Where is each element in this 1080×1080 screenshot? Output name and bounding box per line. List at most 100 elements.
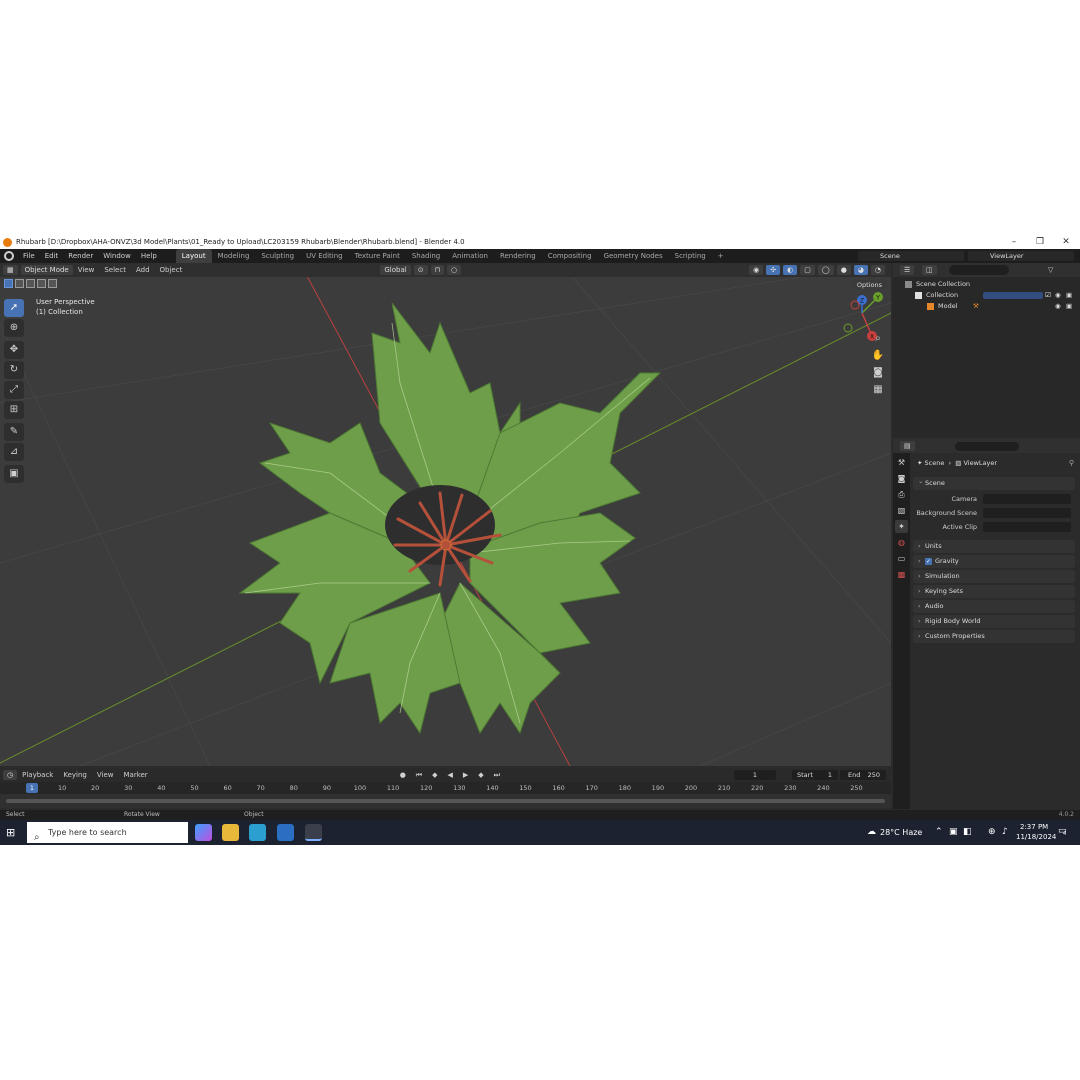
record-icon[interactable]: ● xyxy=(395,768,411,782)
select-invert-icon[interactable] xyxy=(37,278,46,288)
ortho-grid-icon[interactable]: ▦ xyxy=(870,382,886,397)
menu-window[interactable]: Window xyxy=(98,249,136,263)
tab-layout[interactable]: Layout xyxy=(175,249,212,263)
pivot-icon[interactable]: ⊙ xyxy=(413,265,428,275)
editor-type-icon[interactable]: ▦ xyxy=(3,265,18,275)
menu-edit[interactable]: Edit xyxy=(40,249,64,263)
tab-modeling[interactable]: Modeling xyxy=(212,249,256,263)
transform-orientation-selector[interactable]: Global xyxy=(380,265,411,275)
select-box-icon[interactable]: ➚ xyxy=(4,299,24,317)
volume-icon[interactable]: ♪ xyxy=(1002,827,1008,837)
outliner-editor-icon[interactable]: ☰ xyxy=(900,265,915,275)
active-clip-field[interactable] xyxy=(983,522,1071,532)
tab-geometry-nodes[interactable]: Geometry Nodes xyxy=(598,249,669,263)
visibility-icon[interactable]: ◉ xyxy=(749,265,764,275)
tool-tab-icon[interactable]: ⚒ xyxy=(895,456,908,469)
tray-app-icon[interactable]: ▣ xyxy=(949,827,958,837)
tray-app2-icon[interactable]: ◧ xyxy=(963,827,972,837)
mode-selector[interactable]: Object Mode xyxy=(20,265,73,275)
menu-object[interactable]: Object xyxy=(155,263,188,277)
select-subtract-icon[interactable] xyxy=(26,278,35,288)
options-button[interactable]: Options xyxy=(851,280,887,290)
pin-icon[interactable]: ⚲ xyxy=(1069,459,1074,467)
pan-hand-icon[interactable]: ✋ xyxy=(870,348,886,363)
tab-animation[interactable]: Animation xyxy=(446,249,494,263)
shading-rendered-icon[interactable]: ◔ xyxy=(870,265,886,275)
shading-wireframe-icon[interactable]: ◯ xyxy=(817,265,834,275)
gizmo-neg-y-handle[interactable] xyxy=(843,323,853,333)
play-icon[interactable]: ▶ xyxy=(458,768,473,782)
shading-material-icon[interactable]: ◕ xyxy=(853,265,868,275)
snap-icon[interactable]: ⊓ xyxy=(430,265,445,275)
timeline-scrollbar[interactable] xyxy=(6,799,885,803)
outliner-search-input[interactable] xyxy=(949,265,1009,275)
menu-help[interactable]: Help xyxy=(136,249,162,263)
3d-viewport[interactable]: Y X Z ▦ Object Mode View Select Add Obje… xyxy=(0,263,891,766)
collection-camera-icon[interactable]: ▣ xyxy=(1066,290,1072,301)
tab-shading[interactable]: Shading xyxy=(406,249,446,263)
maximize-button[interactable]: ❐ xyxy=(1028,235,1052,249)
output-tab-icon[interactable]: ⎙ xyxy=(895,488,908,501)
collection-checkbox-icon[interactable]: ☑ xyxy=(1045,290,1051,301)
weather-text[interactable]: 28°C Haze xyxy=(880,828,922,837)
properties-editor[interactable]: ▤ ⚒ ◙ ⎙ ▧ ✦ ◍ ▭ ▩ ✦ Scene › ▧ ViewLayer … xyxy=(893,439,1080,809)
menu-add[interactable]: Add xyxy=(131,263,155,277)
camera-view-icon[interactable]: ◙ xyxy=(870,365,886,380)
app-3-icon[interactable] xyxy=(249,824,266,841)
menu-timeline-view[interactable]: View xyxy=(92,768,119,782)
xray-icon[interactable]: ▢ xyxy=(800,265,815,275)
copilot-app-icon[interactable] xyxy=(195,824,212,841)
prev-keyframe-icon[interactable]: ◆ xyxy=(427,768,442,782)
simulation-panel[interactable]: Simulation xyxy=(913,570,1075,583)
menu-marker[interactable]: Marker xyxy=(118,768,152,782)
menu-file[interactable]: File xyxy=(18,249,40,263)
background-scene-field[interactable] xyxy=(983,508,1071,518)
windows-start-icon[interactable]: ⊞ xyxy=(6,826,19,839)
proportional-edit-icon[interactable]: ○ xyxy=(447,265,462,275)
rotate-icon[interactable]: ↻ xyxy=(4,361,24,379)
scale-icon[interactable]: ⤢ xyxy=(4,381,24,399)
blender-taskbar-icon[interactable] xyxy=(305,824,322,841)
jump-start-icon[interactable]: ⏮ xyxy=(411,768,427,782)
outliner[interactable]: ☰ ◫ ▽ Scene Collection Collection ☑ ◉ ▣ … xyxy=(893,263,1080,437)
properties-editor-icon[interactable]: ▤ xyxy=(900,441,915,451)
add-workspace-button[interactable]: + xyxy=(712,249,730,263)
shading-solid-icon[interactable]: ● xyxy=(836,265,851,275)
tab-rendering[interactable]: Rendering xyxy=(494,249,542,263)
jump-end-icon[interactable]: ⏭ xyxy=(489,768,505,782)
clock-date[interactable]: 11/18/2024 xyxy=(1016,833,1056,841)
camera-field[interactable] xyxy=(983,494,1071,504)
outliner-collection-row[interactable]: Collection ☑ ◉ ▣ xyxy=(893,290,1080,301)
close-button[interactable]: ✕ xyxy=(1054,235,1078,249)
tab-texture-paint[interactable]: Texture Paint xyxy=(349,249,406,263)
render-tab-icon[interactable]: ◙ xyxy=(895,472,908,485)
properties-search-input[interactable] xyxy=(955,442,1019,451)
tray-chevron-icon[interactable]: ⌃ xyxy=(935,827,943,837)
scene-tab-icon[interactable]: ✦ xyxy=(895,520,908,533)
gravity-panel[interactable]: ✓Gravity xyxy=(913,555,1075,568)
menu-view[interactable]: View xyxy=(73,263,100,277)
scene-panel-header[interactable]: Scene xyxy=(913,475,1075,490)
measure-icon[interactable]: ⊿ xyxy=(4,443,24,461)
clock-time[interactable]: 2:37 PM xyxy=(1020,823,1048,831)
playhead[interactable]: 1 xyxy=(26,783,38,793)
rigid-body-world-panel[interactable]: Rigid Body World xyxy=(913,615,1075,628)
timeline-editor[interactable]: ◷ Playback Keying View Marker ● ⏮ ◆ ◀ ▶ … xyxy=(0,768,891,808)
menu-select[interactable]: Select xyxy=(99,263,131,277)
outliner-scene-collection[interactable]: Scene Collection xyxy=(893,279,1080,290)
start-frame-field[interactable]: Start 1 xyxy=(792,770,838,780)
minimize-button[interactable]: – xyxy=(1002,235,1026,249)
blender-logo-icon[interactable] xyxy=(4,251,14,261)
audio-panel[interactable]: Audio xyxy=(913,600,1075,613)
tab-sculpting[interactable]: Sculpting xyxy=(255,249,300,263)
move-icon[interactable]: ✥ xyxy=(4,341,24,359)
outliner-model-row[interactable]: Model ⚒ ◉ ▣ xyxy=(893,301,1080,312)
current-frame-field[interactable]: 1 xyxy=(734,770,776,780)
select-intersect-icon[interactable] xyxy=(48,278,57,288)
menu-keying[interactable]: Keying xyxy=(58,768,92,782)
keying-sets-panel[interactable]: Keying Sets xyxy=(913,585,1075,598)
next-keyframe-icon[interactable]: ◆ xyxy=(473,768,488,782)
view-layer-selector[interactable]: ViewLayer xyxy=(968,251,1074,261)
file-explorer-icon[interactable] xyxy=(222,824,239,841)
units-panel[interactable]: Units xyxy=(913,540,1075,553)
